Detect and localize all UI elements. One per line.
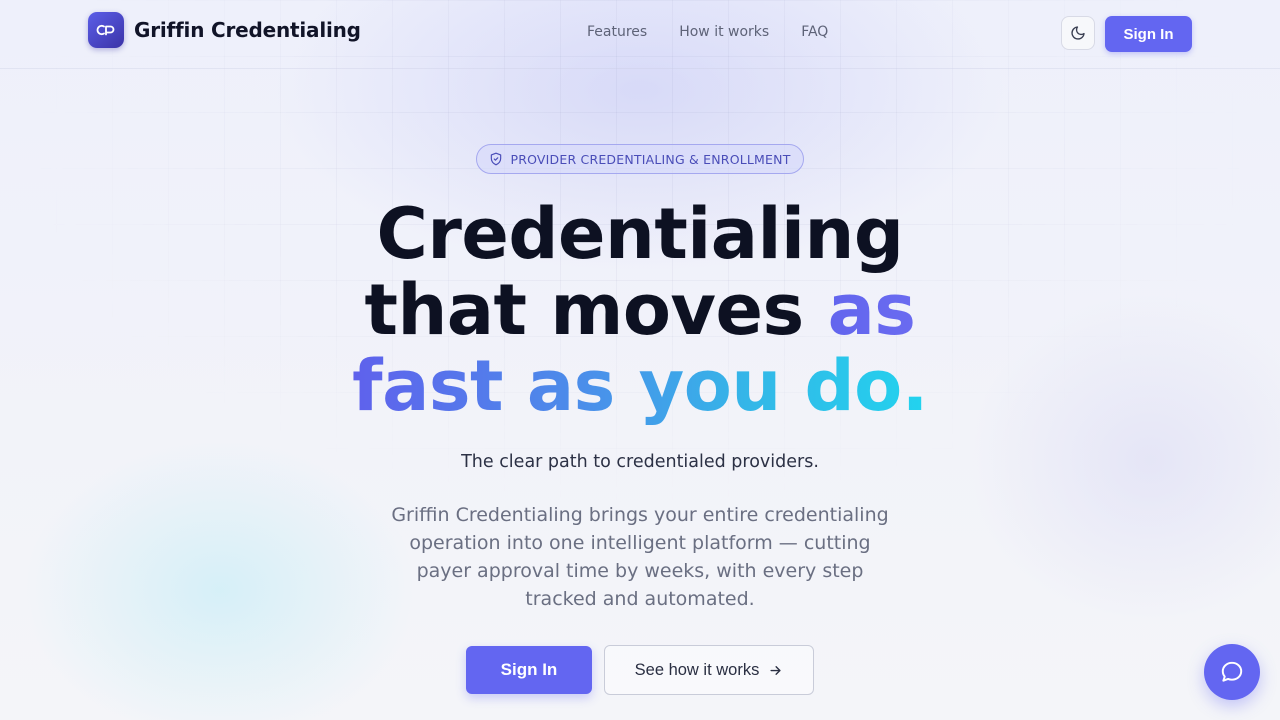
nav-link-how-it-works[interactable]: How it works	[679, 24, 769, 40]
see-how-it-works-label: See how it works	[634, 660, 760, 679]
chat-launcher-button[interactable]	[1204, 644, 1260, 700]
hero-headline: Credentialing that moves as fast as you …	[0, 196, 1280, 424]
headline-line-1: Credentialing	[376, 193, 904, 275]
top-navigation-bar: Griffin Credentialing Features How it wo…	[0, 0, 1280, 69]
hero-tagline: The clear path to credentialed providers…	[461, 452, 819, 472]
shield-check-icon	[489, 152, 503, 166]
credential-logo-icon	[88, 12, 124, 48]
nav-link-features[interactable]: Features	[587, 24, 647, 40]
moon-icon	[1070, 25, 1086, 41]
main-nav: Features How it works FAQ	[587, 24, 828, 40]
headline-line-2: that moves as	[0, 272, 1280, 348]
headline-gradient-phrase: fast as you do.	[352, 345, 928, 427]
arrow-right-icon	[768, 663, 783, 678]
header-sign-in-button[interactable]: Sign In	[1105, 16, 1192, 52]
chat-bubble-icon	[1219, 659, 1245, 685]
hero-badge: PROVIDER CREDENTIALING & ENROLLMENT	[476, 144, 804, 174]
see-how-it-works-button[interactable]: See how it works	[604, 645, 814, 695]
headline-line-2-text: that moves	[364, 269, 805, 351]
brand-link[interactable]: Griffin Credentialing	[88, 12, 361, 48]
hero-badge-label: PROVIDER CREDENTIALING & ENROLLMENT	[510, 151, 791, 167]
hero-description: Griffin Credentialing brings your entire…	[391, 504, 889, 610]
theme-toggle-button[interactable]	[1061, 16, 1095, 50]
headline-gradient-word: as	[827, 269, 916, 351]
hero-sign-in-button[interactable]: Sign In	[466, 646, 592, 694]
headline-line-3: fast as you do.	[0, 348, 1280, 424]
nav-link-faq[interactable]: FAQ	[801, 24, 828, 40]
brand-name: Griffin Credentialing	[134, 18, 361, 42]
